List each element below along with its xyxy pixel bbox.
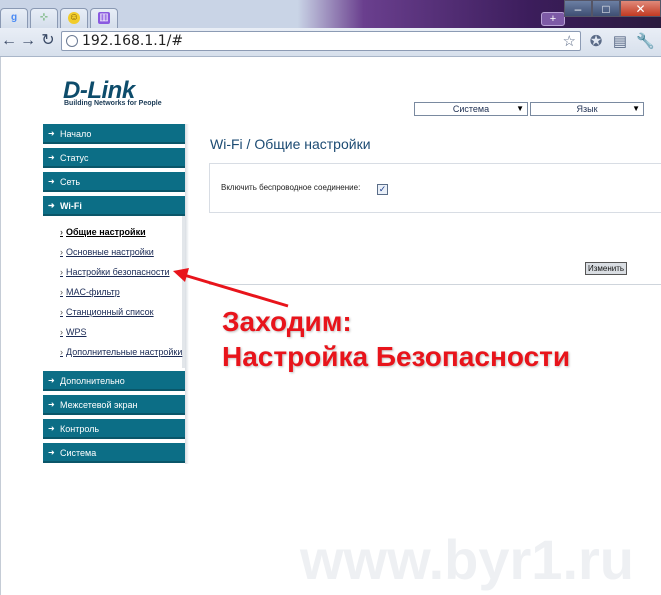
forward-icon[interactable]: → — [19, 32, 37, 50]
submenu-item-advanced[interactable]: › Дополнительные настройки — [60, 347, 182, 357]
submenu-item-wps[interactable]: › WPS — [60, 327, 87, 337]
submenu-item-label: Основные настройки — [66, 247, 154, 257]
bullet-icon: › — [60, 327, 63, 337]
submenu-item-mac-filter[interactable]: › MAC-фильтр — [60, 287, 120, 297]
sidebar-item-label: Контроль — [60, 424, 100, 434]
sidebar-item-firewall[interactable]: ➜ Межсетевой экран — [43, 395, 185, 415]
sidebar-item-label: Начало — [60, 129, 92, 139]
bullet-icon: › — [60, 347, 63, 357]
submenu-item-label: WPS — [66, 327, 87, 337]
logo-tagline: Building Networks for People — [64, 100, 162, 107]
submenu-item-label: Дополнительные настройки — [66, 347, 183, 357]
watermark: www.byr1.ru — [300, 528, 635, 591]
arrow-right-icon: ➜ — [48, 448, 55, 457]
bullet-icon: › — [60, 287, 63, 297]
browser-tab[interactable]: g — [0, 8, 28, 28]
page-menu-icon[interactable]: ▤ — [611, 33, 629, 51]
sidebar-item-label: Сеть — [60, 177, 81, 187]
page-info-icon[interactable] — [66, 35, 78, 47]
language-dropdown-label: Язык — [576, 104, 598, 114]
bullet-icon: › — [60, 227, 63, 237]
arrow-right-icon: ➜ — [48, 376, 55, 385]
router-icon: ⊹ — [39, 12, 49, 23]
annotation-line-1: Заходим: — [222, 306, 352, 337]
submenu-item-general[interactable]: › Общие настройки — [60, 227, 146, 237]
url-text[interactable]: 192.168.1.1/# — [82, 33, 183, 49]
browser-tab[interactable]: ⊹ — [30, 8, 58, 28]
close-window-button[interactable]: ✕ — [620, 0, 661, 17]
change-button[interactable]: Изменить — [585, 262, 627, 275]
minimize-button[interactable]: – — [564, 0, 592, 17]
browser-tab[interactable]: ☺ — [60, 8, 88, 28]
page-border — [0, 57, 1, 595]
submenu-item-security[interactable]: › Настройки безопасности — [60, 267, 170, 277]
submenu-item-label: MAC-фильтр — [66, 287, 120, 297]
sidebar-item-control[interactable]: ➜ Контроль — [43, 419, 185, 439]
submenu-item-label: Настройки безопасности — [66, 267, 170, 277]
bookmark-star-icon[interactable]: ☆ — [563, 32, 576, 50]
sidebar-item-label: Межсетевой экран — [60, 400, 138, 410]
sidebar-item-additional[interactable]: ➜ Дополнительно — [43, 371, 185, 391]
sidebar-item-status[interactable]: ➜ Статус — [43, 148, 185, 168]
submenu-item-label: Общие настройки — [66, 227, 146, 237]
arrow-right-icon: ➜ — [48, 129, 55, 138]
arrow-right-icon: ➜ — [48, 424, 55, 433]
checkmark-icon: ✓ — [378, 184, 387, 194]
arrow-right-icon: ➜ — [48, 153, 55, 162]
arrow-down-icon: ➜ — [48, 201, 55, 210]
sidebar-item-system[interactable]: ➜ Система — [43, 443, 185, 463]
sidebar-item-network[interactable]: ➜ Сеть — [43, 172, 185, 192]
annotation-line-2: Настройка Безопасности — [222, 341, 571, 372]
enable-wireless-checkbox[interactable]: ✓ — [377, 184, 388, 195]
bullet-icon: › — [60, 267, 63, 277]
submenu-item-basic[interactable]: › Основные настройки — [60, 247, 154, 257]
wrench-icon[interactable]: 🔧 — [636, 33, 655, 51]
browser-toolbar: ← → ↻ 192.168.1.1/# ☆ ✪ ▤ 🔧 — [0, 28, 661, 57]
maximize-button[interactable]: □ — [592, 0, 620, 17]
system-dropdown[interactable]: Система ▼ — [414, 102, 528, 116]
arrow-right-icon: ➜ — [48, 400, 55, 409]
address-bar[interactable]: 192.168.1.1/# ☆ — [61, 31, 581, 51]
browser-tab[interactable]: ▥ — [90, 8, 118, 28]
sidebar-item-label: Wi-Fi — [60, 201, 82, 211]
language-dropdown[interactable]: Язык ▼ — [530, 102, 644, 116]
submenu-item-label: Станционный список — [66, 307, 154, 317]
annotation-arrow-head — [173, 268, 189, 282]
sidebar-item-label: Статус — [60, 153, 89, 163]
sidebar-item-label: Дополнительно — [60, 376, 125, 386]
system-dropdown-label: Система — [452, 104, 490, 114]
annotation-arrow-line — [183, 273, 289, 308]
bullet-icon: › — [60, 247, 63, 257]
google-icon: g — [10, 12, 18, 23]
bullet-icon: › — [60, 307, 63, 317]
chevron-down-icon: ▼ — [516, 104, 524, 113]
extension-icon[interactable]: ✪ — [587, 33, 605, 51]
sidebar-item-wifi[interactable]: ➜ Wi-Fi — [43, 196, 185, 216]
sidebar-item-label: Система — [60, 448, 97, 458]
browser-tab-bar: g ⊹ ☺ ▥ + – □ ✕ — [0, 0, 661, 28]
chart-icon: ▥ — [98, 12, 110, 24]
chevron-down-icon: ▼ — [632, 104, 640, 113]
reload-icon[interactable]: ↻ — [39, 32, 57, 50]
enable-wireless-label: Включить беспроводное соединение: — [221, 183, 361, 192]
submenu-item-station-list[interactable]: › Станционный список — [60, 307, 154, 317]
new-tab-button[interactable]: + — [541, 12, 565, 26]
sidebar-item-start[interactable]: ➜ Начало — [43, 124, 185, 144]
smiley-icon: ☺ — [68, 12, 80, 24]
arrow-right-icon: ➜ — [48, 177, 55, 186]
page-title: Wi-Fi / Общие настройки — [210, 136, 371, 152]
back-icon[interactable]: ← — [0, 32, 18, 50]
